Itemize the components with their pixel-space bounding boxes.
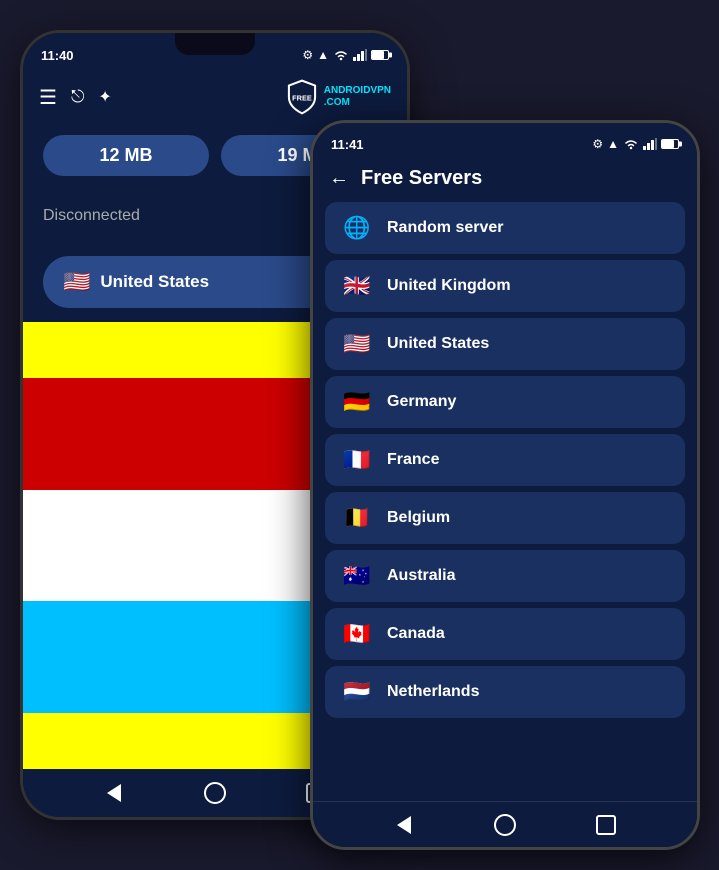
phone2-alert-icon: ▲ bbox=[607, 137, 619, 151]
server-flag-icon: 🇫🇷 bbox=[341, 447, 373, 473]
phone2-signal-icon bbox=[643, 138, 657, 150]
logo-android: ANDROID bbox=[324, 85, 371, 96]
server-name-label: United Kingdom bbox=[387, 277, 511, 295]
nav-home-button[interactable] bbox=[201, 779, 229, 807]
server-name-label: France bbox=[387, 451, 439, 469]
logo-area: FREE ANDROIDVPN .COM bbox=[284, 79, 391, 115]
logo-vpn: VPN bbox=[370, 85, 391, 96]
server-item[interactable]: 🇦🇺 Australia bbox=[325, 550, 685, 602]
phone1-status-icons: ⚙ ▲ bbox=[302, 48, 389, 62]
settings-icon: ⚙ bbox=[302, 48, 313, 62]
server-item[interactable]: 🌐 Random server bbox=[325, 202, 685, 254]
server-item[interactable]: 🇩🇪 Germany bbox=[325, 376, 685, 428]
phone1-time: 11:40 bbox=[41, 48, 74, 63]
server-name-label: Australia bbox=[387, 567, 455, 585]
server-flag-icon: 🇳🇱 bbox=[341, 679, 373, 705]
phone2-nav-bar bbox=[313, 801, 697, 847]
logo-domain: .COM bbox=[324, 97, 391, 109]
server-name-label: Random server bbox=[387, 219, 504, 237]
star-icon[interactable]: ✦ bbox=[98, 87, 111, 107]
phone2-nav-back[interactable] bbox=[390, 811, 418, 839]
nav-back-button[interactable] bbox=[100, 779, 128, 807]
server-flag-icon: 🇦🇺 bbox=[341, 563, 373, 589]
server-flag-icon: 🌐 bbox=[341, 215, 373, 241]
phone2-nav-recent[interactable] bbox=[592, 811, 620, 839]
connection-status: Disconnected bbox=[43, 207, 140, 225]
phone1-toolbar: ☰ ⎋ ✦ FREE ANDROIDVPN .COM bbox=[23, 71, 407, 123]
signal-icon bbox=[353, 49, 367, 61]
share-icon[interactable]: ⎋ bbox=[71, 87, 84, 107]
phone2-nav-home[interactable] bbox=[491, 811, 519, 839]
phone2-status-icons: ⚙ ▲ bbox=[592, 137, 679, 151]
server-name-label: Belgium bbox=[387, 509, 450, 527]
phone2-header: ← Free Servers bbox=[313, 159, 697, 202]
selected-country-flag: 🇺🇸 bbox=[63, 269, 90, 295]
selected-country-name: United States bbox=[100, 272, 329, 292]
server-name-label: Germany bbox=[387, 393, 456, 411]
server-flag-icon: 🇺🇸 bbox=[341, 331, 373, 357]
phone2-screen: 11:41 ⚙ ▲ bbox=[313, 123, 697, 847]
battery-icon bbox=[371, 50, 389, 60]
free-servers-title: Free Servers bbox=[361, 167, 482, 190]
server-item[interactable]: 🇬🇧 United Kingdom bbox=[325, 260, 685, 312]
phone2-settings-icon: ⚙ bbox=[592, 137, 603, 151]
phone2-device: 11:41 ⚙ ▲ bbox=[310, 120, 700, 850]
server-item[interactable]: 🇺🇸 United States bbox=[325, 318, 685, 370]
phone2-battery-icon bbox=[661, 139, 679, 149]
phone2-time: 11:41 bbox=[331, 137, 364, 152]
server-item[interactable]: 🇫🇷 France bbox=[325, 434, 685, 486]
logo-shield-icon: FREE bbox=[284, 79, 320, 115]
back-button[interactable]: ← bbox=[329, 167, 349, 190]
phone1-notch bbox=[175, 33, 255, 55]
download-stat: 12 MB bbox=[43, 135, 209, 176]
phone2-status-bar: 11:41 ⚙ ▲ bbox=[313, 123, 697, 159]
svg-text:FREE: FREE bbox=[292, 93, 312, 102]
alert-icon: ▲ bbox=[317, 48, 329, 62]
scene: 11:40 ⚙ ▲ bbox=[0, 0, 719, 870]
server-name-label: United States bbox=[387, 335, 489, 353]
phone2-wifi-icon bbox=[623, 138, 639, 150]
server-flag-icon: 🇩🇪 bbox=[341, 389, 373, 415]
logo-text: ANDROIDVPN .COM bbox=[324, 85, 391, 109]
server-item[interactable]: 🇨🇦 Canada bbox=[325, 608, 685, 660]
server-item[interactable]: 🇧🇪 Belgium bbox=[325, 492, 685, 544]
server-flag-icon: 🇧🇪 bbox=[341, 505, 373, 531]
server-list: 🌐 Random server 🇬🇧 United Kingdom 🇺🇸 United S… bbox=[313, 202, 697, 801]
wifi-icon bbox=[333, 49, 349, 61]
server-name-label: Netherlands bbox=[387, 683, 479, 701]
server-flag-icon: 🇨🇦 bbox=[341, 621, 373, 647]
server-item[interactable]: 🇳🇱 Netherlands bbox=[325, 666, 685, 718]
menu-icon[interactable]: ☰ bbox=[39, 85, 57, 110]
server-flag-icon: 🇬🇧 bbox=[341, 273, 373, 299]
server-name-label: Canada bbox=[387, 625, 445, 643]
